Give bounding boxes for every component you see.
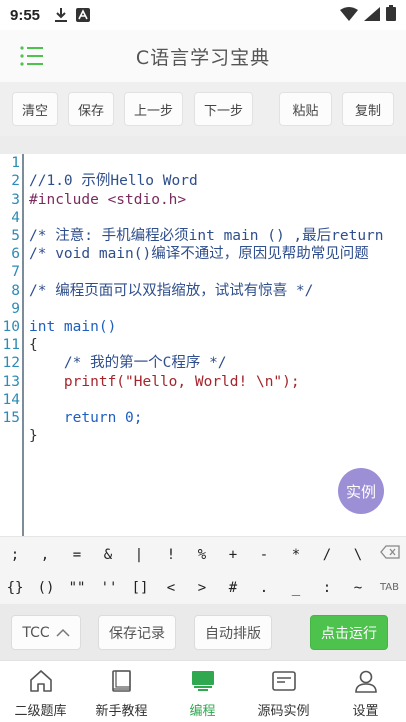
- status-indicators: [340, 5, 396, 25]
- person-icon: [353, 669, 379, 697]
- code-line[interactable]: 8: [0, 263, 406, 299]
- code-line[interactable]: 5 /* void main()编译不通过，原因见帮助常见问题: [0, 209, 406, 262]
- wifi-icon: [340, 6, 358, 25]
- tab-key[interactable]: TAB: [373, 573, 406, 603]
- symbol-key[interactable]: +: [218, 540, 248, 570]
- signal-icon: [364, 6, 380, 25]
- nav-item-programming[interactable]: 编程: [162, 661, 243, 722]
- symbol-key[interactable]: []: [125, 573, 155, 603]
- copy-button[interactable]: 复制: [342, 92, 394, 126]
- save-button[interactable]: 保存: [68, 92, 114, 126]
- symbol-key[interactable]: >: [187, 573, 217, 603]
- symbol-key[interactable]: ;: [0, 540, 30, 570]
- download-icon: [52, 6, 70, 24]
- code-line[interactable]: 6: [0, 227, 406, 262]
- status-time: 9:55: [10, 6, 41, 24]
- nav-label: 源码实例: [257, 704, 310, 719]
- symbol-key[interactable]: /: [312, 540, 342, 570]
- code-line[interactable]: 2 #include <stdio.h>: [0, 154, 406, 207]
- symbol-key[interactable]: :: [312, 573, 342, 603]
- code-line[interactable]: 12 printf("Hello, World! \n");: [0, 336, 406, 389]
- symbol-key[interactable]: ,: [30, 540, 60, 570]
- symbol-key[interactable]: &: [93, 540, 123, 570]
- page-title: C语言学习宝典: [135, 47, 271, 69]
- action-bar: TCC 保存记录 自动排版 点击运行: [0, 604, 406, 660]
- code-line[interactable]: 15 }: [0, 391, 406, 444]
- symbol-key[interactable]: \: [343, 540, 373, 570]
- compiler-label: TCC: [22, 624, 50, 641]
- symbol-key[interactable]: .: [249, 573, 279, 603]
- code-line[interactable]: 3: [0, 172, 406, 208]
- symbol-key[interactable]: '': [94, 573, 124, 603]
- clear-button[interactable]: 清空: [12, 92, 58, 126]
- code-line[interactable]: 1 //1.0 示例Hello Word: [0, 136, 406, 189]
- nav-item-tutorial[interactable]: 新手教程: [81, 661, 162, 722]
- symbol-key[interactable]: <: [156, 573, 186, 603]
- code-text: return 0;: [29, 410, 143, 426]
- nav-item-source-examples[interactable]: 源码实例: [243, 661, 324, 722]
- line-number: 15: [2, 410, 20, 426]
- undo-button[interactable]: 上一步: [124, 92, 183, 126]
- book-icon: [109, 669, 135, 697]
- symbol-key[interactable]: _: [281, 573, 311, 603]
- symbol-key[interactable]: {}: [0, 573, 30, 603]
- symbol-key[interactable]: *: [281, 540, 311, 570]
- editor-toolbar: 清空 保存 上一步 下一步 粘贴 复制: [0, 82, 406, 136]
- symbol-key[interactable]: (): [31, 573, 61, 603]
- battery-icon: [386, 5, 396, 25]
- symbol-key[interactable]: -: [249, 540, 279, 570]
- symbol-key[interactable]: =: [62, 540, 92, 570]
- code-line[interactable]: 13: [0, 354, 406, 390]
- symbol-key[interactable]: #: [218, 573, 248, 603]
- nav-label: 编程: [189, 704, 216, 719]
- code-line[interactable]: 9 int main(): [0, 282, 406, 335]
- code-line[interactable]: 7 /* 编程页面可以双指缩放，试试有惊喜 */: [0, 245, 406, 298]
- notification-app-icon: [74, 6, 92, 24]
- symbol-keyboard: ; , = & | ! % + - * / \ {} () "" '' [] <…: [0, 536, 406, 604]
- app-header: C语言学习宝典: [0, 30, 406, 82]
- code-line[interactable]: 11 /* 我的第一个C程序 */: [0, 318, 406, 371]
- monitor-icon: [190, 669, 216, 697]
- example-button[interactable]: 实例: [338, 468, 384, 514]
- code-card-icon: [271, 669, 297, 697]
- symbol-key[interactable]: ~: [343, 573, 373, 603]
- nav-item-question-bank[interactable]: 二级题库: [0, 661, 81, 722]
- symbol-key[interactable]: !: [156, 540, 186, 570]
- code-line[interactable]: 4 /* 注意: 手机编程必须int main () ,最后return: [0, 191, 406, 244]
- nav-label: 新手教程: [95, 704, 148, 719]
- save-history-button[interactable]: 保存记录: [98, 615, 176, 650]
- compiler-select[interactable]: TCC: [11, 615, 81, 650]
- code-line[interactable]: 10 {: [0, 300, 406, 353]
- nav-label: 设置: [352, 704, 379, 719]
- auto-format-button[interactable]: 自动排版: [194, 615, 272, 650]
- backspace-icon[interactable]: [375, 540, 405, 570]
- home-icon: [28, 669, 54, 697]
- redo-button[interactable]: 下一步: [194, 92, 253, 126]
- code-text: }: [29, 428, 38, 445]
- paste-button[interactable]: 粘贴: [279, 92, 332, 126]
- chevron-up-icon: [56, 628, 70, 637]
- symbol-key[interactable]: "": [62, 573, 92, 603]
- symbol-key[interactable]: |: [124, 540, 154, 570]
- run-button[interactable]: 点击运行: [310, 615, 388, 650]
- nav-label: 二级题库: [14, 704, 67, 719]
- bottom-nav: 二级题库 新手教程 编程 源码实例 设置: [0, 660, 406, 722]
- status-bar: 9:55: [0, 0, 406, 30]
- code-line[interactable]: 14 return 0;: [0, 373, 406, 426]
- nav-item-settings[interactable]: 设置: [325, 661, 406, 722]
- symbol-key[interactable]: %: [187, 540, 217, 570]
